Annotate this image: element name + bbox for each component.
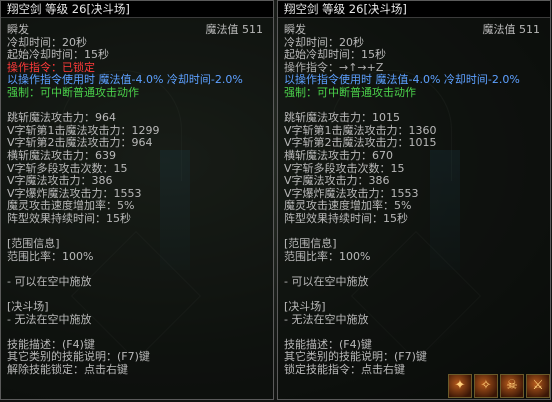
air-cast-note: - 可以在空中施放 <box>7 274 92 288</box>
range-header: [范围信息] <box>284 237 337 251</box>
start-cooldown-text: 起始冷却时间：15秒 <box>7 48 109 62</box>
stat-line: 阵型效果持续时间：15秒 <box>7 211 131 225</box>
super-armor-text: 强制：可中断普通攻击动作 <box>7 85 139 99</box>
skill-tooltip-right: 翔空剑 等级 26[决斗场] 瞬发 魔法值 511 冷却时间：20秒 起始冷却时… <box>277 0 551 400</box>
fire-skill-icon[interactable]: ✦ <box>448 374 472 398</box>
blade-skill-icon[interactable]: ⚔ <box>526 374 550 398</box>
duel-header: [决斗场] <box>284 300 326 314</box>
start-cooldown-text: 起始冷却时间：15秒 <box>284 48 386 62</box>
range-ratio: 范围比率：100% <box>7 249 94 263</box>
stat-line: 跳斩魔法攻击力：964 <box>7 111 116 125</box>
tooltip-body: 瞬发 魔法值 511 冷却时间：20秒 起始冷却时间：15秒 操作指令：已锁定 … <box>1 18 273 377</box>
skill-quickbar: ✦ ✧ ☠ ⚔ <box>448 374 550 400</box>
tooltip-title: 翔空剑 等级 26[决斗场] <box>278 1 550 18</box>
mana-cost: 魔法值 511 <box>205 23 264 36</box>
skill-tooltip-left: 翔空剑 等级 26[决斗场] 瞬发 魔法值 511 冷却时间：20秒 起始冷却时… <box>0 0 274 400</box>
super-armor-text: 强制：可中断普通攻击动作 <box>284 85 416 99</box>
stat-line: 跳斩魔法攻击力：1015 <box>284 111 400 125</box>
skull-skill-icon[interactable]: ☠ <box>500 374 524 398</box>
cast-type: 瞬发 <box>284 23 306 36</box>
duel-header: [决斗场] <box>7 300 49 314</box>
stat-line: 阵型效果持续时间：15秒 <box>284 211 408 225</box>
stat-line: 横斩魔法攻击力：670 <box>284 148 393 162</box>
game-screen: 翔空剑 等级 26[决斗场] 瞬发 魔法值 511 冷却时间：20秒 起始冷却时… <box>0 0 552 402</box>
stat-line: V字魔法攻击力：386 <box>284 174 390 188</box>
duel-note: - 无法在空中施放 <box>7 312 92 326</box>
range-header: [范围信息] <box>7 237 60 251</box>
air-cast-note: - 可以在空中施放 <box>284 274 369 288</box>
mana-cost: 魔法值 511 <box>482 23 541 36</box>
stat-line: 横斩魔法攻击力：639 <box>7 148 116 162</box>
cast-type: 瞬发 <box>7 23 29 36</box>
stat-line: V字魔法攻击力：386 <box>7 174 113 188</box>
range-ratio: 范围比率：100% <box>284 249 371 263</box>
tooltip-title: 翔空剑 等级 26[决斗场] <box>1 1 273 18</box>
hint-line: 解除技能锁定：点击右键 <box>7 363 128 377</box>
claw-skill-icon[interactable]: ✧ <box>474 374 498 398</box>
tooltip-body: 瞬发 魔法值 511 冷却时间：20秒 起始冷却时间：15秒 操作指令：→↑→+… <box>278 18 550 377</box>
duel-note: - 无法在空中施放 <box>284 312 369 326</box>
